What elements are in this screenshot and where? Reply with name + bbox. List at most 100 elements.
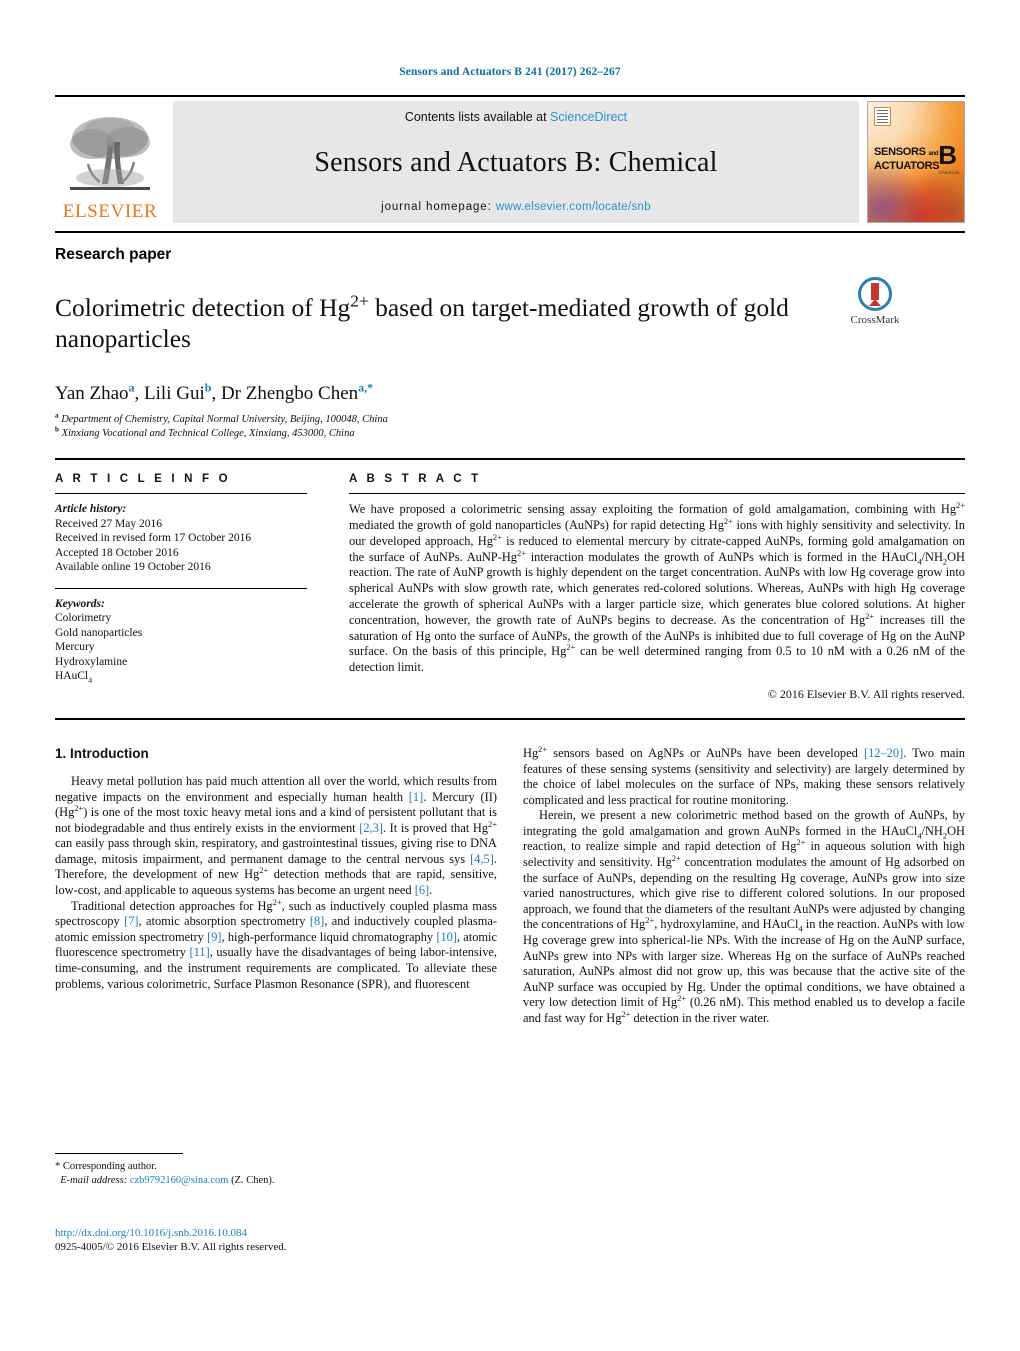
footnote-area: * Corresponding author. E-mail address: …	[55, 1153, 495, 1187]
keyword-3: Hydroxylamine	[55, 655, 128, 668]
citation-4-5[interactable]: [4,5]	[470, 852, 494, 866]
section-heading-introduction: 1. Introduction	[55, 745, 149, 761]
abstract-copyright: © 2016 Elsevier B.V. All rights reserved…	[767, 686, 965, 701]
homepage-prefix: journal homepage:	[381, 201, 496, 213]
keyword-1: Gold nanoparticles	[55, 626, 143, 639]
citation-12-20[interactable]: [12–20]	[864, 746, 903, 760]
doi-link[interactable]: http://dx.doi.org/10.1016/j.snb.2016.10.…	[55, 1226, 287, 1240]
journal-article-page: Sensors and Actuators B 241 (2017) 262–2…	[0, 0, 1020, 1351]
citation-1[interactable]: [1]	[409, 790, 423, 804]
body-columns: 1. Introduction Heavy metal pollution ha…	[55, 743, 965, 1027]
header-rule	[55, 95, 965, 97]
email-suffix: (Z. Chen).	[231, 1174, 275, 1186]
abstract-column: A B S T R A C T We have proposed a color…	[349, 473, 965, 702]
history-item-1: Received in revised form 17 October 2016	[55, 532, 252, 545]
crossmark-icon	[858, 277, 892, 311]
history-item-2: Accepted 18 October 2016	[55, 546, 179, 559]
cover-and: and	[928, 151, 939, 157]
email-label: E-mail address:	[60, 1174, 128, 1186]
article-info-rule	[55, 493, 307, 495]
keyword-4: HAuCl4	[55, 670, 93, 685]
title-row: Colorimetric detection of Hg2+ based on …	[55, 275, 965, 371]
elsevier-logo: ELSEVIER	[55, 101, 165, 223]
citation-2-3[interactable]: [2,3]	[359, 821, 383, 835]
page-title: Colorimetric detection of Hg2+ based on …	[55, 292, 835, 354]
journal-masthead: ELSEVIER Contents lists available at Sci…	[55, 101, 965, 223]
abstract-heading: A B S T R A C T	[349, 473, 482, 486]
body-right-column: Hg2+ sensors based on AgNPs or AuNPs hav…	[523, 743, 965, 1027]
cover-subtitle: Chemical	[938, 170, 959, 175]
corresponding-marker: *	[55, 1161, 61, 1172]
issn-copyright-line: 0925-4005/© 2016 Elsevier B.V. All right…	[55, 1241, 287, 1253]
citation-10[interactable]: [10]	[436, 930, 457, 944]
sciencedirect-link[interactable]: ScienceDirect	[550, 110, 627, 124]
journal-title: Sensors and Actuators B: Chemical	[314, 146, 718, 178]
crossmark-badge[interactable]: CrossMark	[835, 277, 915, 326]
corresponding-author-note: * Corresponding author. E-mail address: …	[55, 1160, 495, 1187]
running-head: Sensors and Actuators B 241 (2017) 262–2…	[399, 66, 621, 78]
affiliations: a Department of Chemistry, Capital Norma…	[55, 411, 965, 441]
paragraph-intro-1: Heavy metal pollution has paid much atte…	[55, 773, 497, 898]
author-mark-3[interactable]: a,*	[358, 381, 373, 395]
affiliation-mark-b: b	[55, 425, 59, 434]
journal-homepage-line: journal homepage: www.elsevier.com/locat…	[381, 201, 651, 213]
citation-8[interactable]: [8]	[310, 914, 324, 928]
elsevier-tree-icon	[64, 112, 156, 200]
paragraph-intro-4: Herein, we present a new colorimetric me…	[523, 808, 965, 1026]
keywords-label: Keywords:	[55, 597, 105, 610]
citation-7[interactable]: [7]	[124, 914, 138, 928]
cover-journal-name: SENSORS and ACTUATORS	[874, 146, 940, 172]
author-name-3: Dr Zhengbo Chen	[220, 383, 359, 405]
affiliation-b: b Xinxiang Vocational and Technical Coll…	[55, 425, 965, 441]
masthead-bottom-rule	[55, 231, 965, 233]
citation-11[interactable]: [11]	[190, 945, 210, 959]
crossmark-label: CrossMark	[850, 314, 900, 326]
article-info-heading: A R T I C L E I N F O	[55, 473, 231, 486]
article-type: Research paper	[55, 246, 172, 263]
affiliation-a: a Department of Chemistry, Capital Norma…	[55, 411, 965, 427]
article-history-label: Article history:	[55, 503, 127, 516]
contents-available-line: Contents lists available at ScienceDirec…	[405, 110, 627, 124]
history-item-3: Available online 19 October 2016	[55, 561, 211, 574]
body-left-column: 1. Introduction Heavy metal pollution ha…	[55, 746, 497, 1027]
title-superscript: 2+	[350, 291, 369, 311]
keywords-block: Keywords: Colorimetry Gold nanoparticles…	[55, 597, 307, 684]
author-name-2: Lili Gui	[144, 383, 205, 405]
masthead-center-panel: Contents lists available at ScienceDirec…	[173, 101, 859, 223]
keywords-rule	[55, 587, 307, 589]
cover-line-2: ACTUATORS	[874, 160, 940, 172]
affiliation-text-b: Xinxiang Vocational and Technical Colleg…	[61, 427, 355, 439]
citation-6[interactable]: [6]	[415, 883, 429, 897]
affiliation-mark-a: a	[55, 411, 59, 420]
keyword-2: Mercury	[55, 641, 95, 654]
abstract-bottom-rule	[55, 717, 965, 720]
author-name-1: Yan Zhao	[55, 383, 129, 405]
footnote-rule	[55, 1153, 183, 1154]
author-mark-1[interactable]: a	[129, 381, 135, 395]
abstract-text: We have proposed a colorimetric sensing …	[349, 500, 966, 675]
keyword-0: Colorimetry	[55, 612, 112, 625]
history-item-0: Received 27 May 2016	[55, 517, 162, 530]
email-link[interactable]: czb9792160@sina.com	[130, 1175, 229, 1186]
cover-line-1: SENSORS	[874, 146, 926, 158]
doi-block: http://dx.doi.org/10.1016/j.snb.2016.10.…	[55, 1226, 287, 1254]
article-history-block: Article history: Received 27 May 2016 Re…	[55, 502, 307, 575]
homepage-url-link[interactable]: www.elsevier.com/locate/snb	[496, 201, 651, 213]
abstract-section-top-rule	[55, 458, 965, 461]
title-part-1: Colorimetric detection of Hg	[55, 293, 351, 323]
citation-9[interactable]: [9]	[207, 930, 221, 944]
info-abstract-grid: A R T I C L E I N F O Article history: R…	[55, 473, 965, 702]
abstract-rule	[349, 493, 965, 495]
author-mark-2[interactable]: b	[205, 381, 212, 395]
corresponding-label: Corresponding author.	[62, 1161, 157, 1172]
article-info-column: A R T I C L E I N F O Article history: R…	[55, 473, 349, 702]
affiliation-text-a: Department of Chemistry, Capital Normal …	[61, 414, 388, 426]
contents-prefix: Contents lists available at	[404, 110, 551, 124]
elsevier-wordmark: ELSEVIER	[62, 201, 158, 222]
journal-cover-thumbnail: SENSORS and ACTUATORS B Chemical	[867, 101, 965, 223]
author-list: Yan Zhaoa, Lili Guib, Dr Zhengbo Chena,*	[55, 380, 374, 405]
cover-series-letter: B	[938, 140, 957, 170]
cover-elsevier-mark-icon	[874, 107, 891, 126]
paragraph-intro-2: Traditional detection approaches for Hg2…	[55, 896, 498, 991]
paragraph-intro-3: Hg2+ sensors based on AgNPs or AuNPs hav…	[523, 743, 965, 807]
